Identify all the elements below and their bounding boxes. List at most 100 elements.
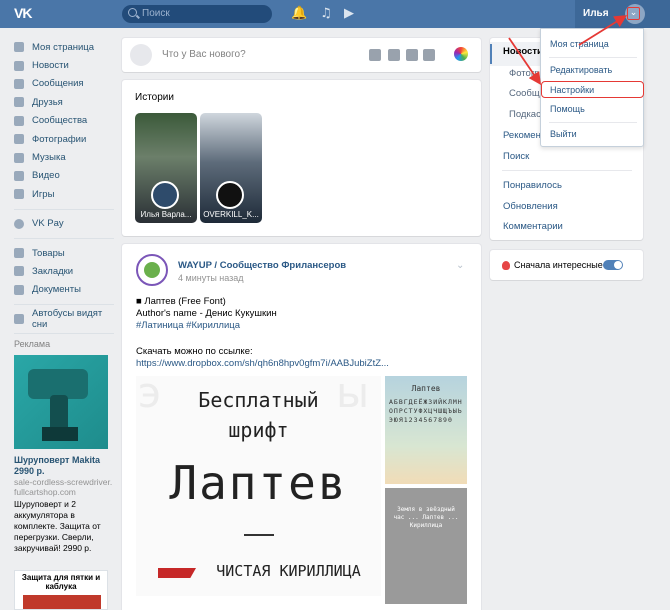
post-text-line: Скачать можно по ссылке: — [136, 346, 253, 357]
image-text-line: шрифт — [228, 418, 289, 442]
story-name: Илья Варла... — [140, 210, 192, 219]
sidebar-item-label: Сообщества — [32, 115, 88, 127]
sidebar-item-news[interactable]: Новости — [14, 56, 114, 74]
chevron-down-icon[interactable]: ⌄ — [456, 261, 466, 271]
sidebar-item-label: Моя страница — [32, 41, 95, 53]
composer-placeholder: Что у Вас нового? — [162, 49, 246, 60]
divider — [14, 333, 114, 335]
author-avatar[interactable] — [136, 254, 168, 286]
sidebar-item-photos[interactable]: Фотографии — [14, 130, 114, 148]
sidebar-item-label: Видео — [32, 170, 60, 182]
image-text-line: Лаптев — [411, 384, 441, 393]
left-sidebar: Моя страница Новости Сообщения Друзья Со… — [14, 38, 114, 610]
user-menu-button[interactable]: Илья — [575, 0, 670, 28]
post-author[interactable]: WAYUP / Сообщество Фрилансеров — [178, 260, 346, 271]
ad-text: Шуруповерт и 2 аккумулятора в комплекте.… — [14, 499, 101, 554]
messages-icon — [14, 78, 24, 89]
sidebar-item-label: Товары — [32, 247, 65, 259]
sidebar-item-app[interactable]: Автобусы видят сни — [14, 308, 114, 331]
sidebar-item-goods[interactable]: Товары — [14, 244, 114, 262]
divider — [244, 534, 274, 536]
smart-feed-label: Сначала интересные — [514, 260, 603, 270]
music-icon[interactable] — [406, 49, 418, 61]
menu-item-edit[interactable]: Редактировать — [550, 65, 612, 75]
ad2-card[interactable]: Защита для пятки и каблука — [14, 570, 108, 610]
divider — [502, 170, 632, 171]
search-placeholder: Поиск — [142, 8, 170, 19]
nav-item-updates[interactable]: Обновления — [503, 201, 558, 212]
video-icon — [14, 170, 24, 181]
music-icon — [14, 152, 24, 163]
music-icon[interactable]: ♫ — [319, 7, 333, 21]
bookmarks-icon — [14, 266, 24, 277]
nav-item-search[interactable]: Поиск — [503, 151, 529, 162]
image-text-line: Лаптев — [169, 456, 348, 510]
post-link[interactable]: https://www.dropbox.com/sh/qh6n8hpv0gfm7… — [136, 358, 389, 370]
post-image-alphabet[interactable]: Лаптев АБВГДЕЁЖЗИЙКЛМНОПРСТУФХЦЧШЩЪЫЬЭЮЯ… — [385, 376, 467, 484]
post-text-line: Author's name - Денис Кукушкин — [136, 308, 277, 319]
ad2-image — [23, 595, 101, 610]
sidebar-item-label: Музыка — [32, 152, 66, 164]
post-hashtags[interactable]: #Латиница #Кириллица — [136, 320, 240, 332]
nav-item-liked[interactable]: Понравилось — [503, 180, 562, 191]
drill-battery-shape — [42, 427, 78, 442]
sidebar-item-label: Сообщения — [32, 78, 84, 90]
groups-icon — [14, 115, 24, 126]
app-icon — [14, 314, 24, 325]
alphabet-rows: АБВГДЕЁЖЗИЙКЛМНОПРСТУФХЦЧШЩЪЫЬЭЮЯ1234567… — [389, 398, 463, 424]
stories-title: Истории — [135, 92, 174, 103]
sample-text: Земля в звёздный час ... Лаптев ... Кири… — [393, 506, 459, 529]
sidebar-item-label: Автобусы видят сни — [32, 308, 103, 331]
post-image-sample[interactable]: Земля в звёздный час ... Лаптев ... Кири… — [385, 488, 467, 604]
sidebar-item-groups[interactable]: Сообщества — [14, 112, 114, 130]
vk-logo[interactable]: VK — [14, 5, 36, 23]
bell-icon[interactable]: 🔔 — [291, 7, 307, 21]
sidebar-item-label: Новости — [32, 60, 69, 72]
feed-post: WAYUP / Сообщество Фрилансеров 4 минуты … — [122, 244, 481, 610]
post-image-main[interactable]: э ы Бесплатный шрифт Лаптев ЧИСТАЯ КИРИЛ… — [136, 376, 381, 596]
settings-highlight — [541, 81, 644, 98]
sidebar-item-bookmarks[interactable]: Закладки — [14, 262, 114, 280]
post-composer[interactable]: Что у Вас нового? — [122, 38, 481, 72]
story-item[interactable]: OVERKILL_K... — [200, 113, 262, 223]
sidebar-item-label: Друзья — [32, 96, 63, 108]
photo-icon — [14, 134, 24, 145]
sidebar-item-vkpay[interactable]: VK Pay — [14, 215, 114, 233]
smart-feed-toggle-card: Сначала интересные — [490, 250, 643, 280]
video-icon[interactable] — [388, 49, 400, 61]
ad-image[interactable] — [14, 355, 108, 450]
search-input[interactable]: Поиск — [122, 5, 272, 23]
documents-icon — [14, 284, 24, 295]
sidebar-item-my-page[interactable]: Моя страница — [14, 38, 114, 56]
search-icon — [128, 8, 137, 17]
poster-icon[interactable] — [454, 47, 468, 61]
ad2-title: Защита для пятки и каблука — [21, 573, 101, 592]
sidebar-item-messages[interactable]: Сообщения — [14, 75, 114, 93]
active-indicator — [490, 44, 492, 64]
home-icon — [14, 42, 24, 53]
sidebar-item-music[interactable]: Музыка — [14, 148, 114, 166]
story-avatar — [216, 181, 244, 209]
chevron-down-icon[interactable]: ⌄ — [627, 7, 640, 20]
menu-item-help[interactable]: Помощь — [550, 104, 585, 114]
smart-feed-toggle[interactable] — [603, 260, 623, 270]
divider — [14, 237, 114, 239]
nav-item-news[interactable]: Новости — [503, 46, 543, 57]
story-item[interactable]: Илья Варла... — [135, 113, 197, 223]
nav-item-comments[interactable]: Комментарии — [503, 221, 563, 232]
menu-item-logout[interactable]: Выйти — [550, 129, 577, 139]
sidebar-item-documents[interactable]: Документы — [14, 281, 114, 299]
drill-handle-shape — [50, 395, 68, 432]
ad-domain: sale-cordless-screwdriver.fullcartshop.c… — [14, 477, 113, 498]
fire-icon — [502, 261, 510, 270]
menu-item-my-page[interactable]: Моя страница — [550, 39, 609, 49]
sidebar-item-games[interactable]: Игры — [14, 185, 114, 203]
post-time[interactable]: 4 минуты назад — [178, 273, 244, 283]
ad-title[interactable]: Шуруповерт Makita 2990 р. — [14, 455, 114, 477]
article-icon[interactable] — [423, 49, 435, 61]
camera-icon[interactable] — [369, 49, 381, 61]
video-icon[interactable]: ▶ — [342, 7, 356, 21]
friends-icon — [14, 97, 24, 108]
sidebar-item-video[interactable]: Видео — [14, 167, 114, 185]
sidebar-item-friends[interactable]: Друзья — [14, 93, 114, 111]
